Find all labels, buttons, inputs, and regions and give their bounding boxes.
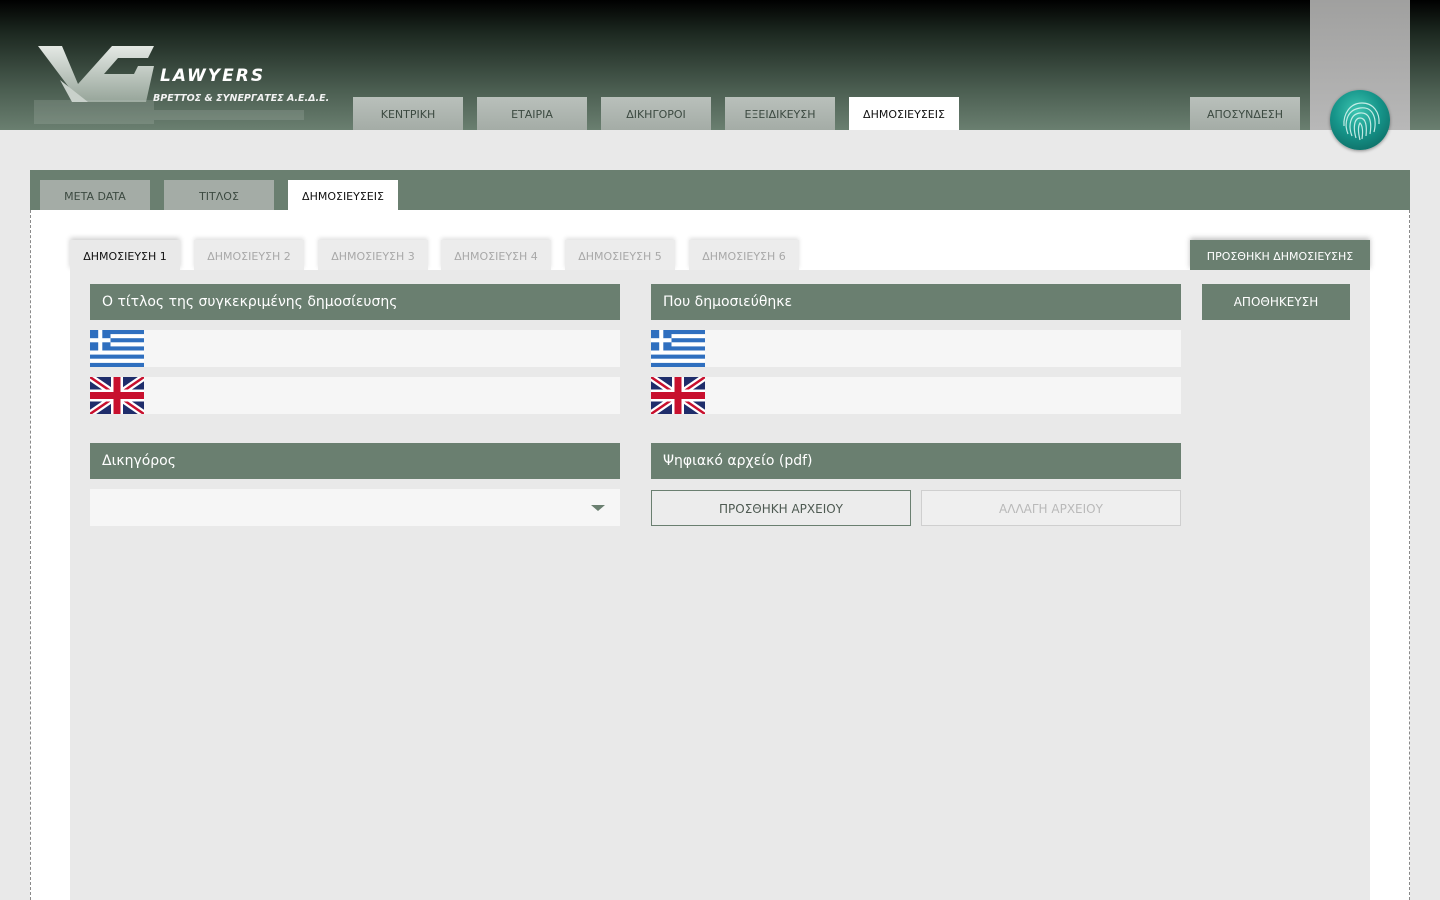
nav-tab-company[interactable]: ΕΤΑΙΡΙΑ — [477, 97, 587, 130]
greek-flag-icon — [651, 330, 705, 367]
where-english-input[interactable] — [715, 377, 1175, 414]
nav-tab-specialization[interactable]: ΕΞΕΙΔΙΚΕΥΣΗ — [725, 97, 835, 130]
panel-tab-bar: META DATA ΤΙΤΛΟΣ ΔΗΜΟΣΙΕΥΣΕΙΣ — [30, 170, 1410, 210]
chevron-down-icon — [591, 505, 605, 511]
nav-tab-lawyers[interactable]: ΔΙΚΗΓΟΡΟΙ — [601, 97, 711, 130]
nav-tab-publications[interactable]: ΔΗΜΟΣΙΕΥΣΕΙΣ — [849, 97, 959, 130]
change-file-button: ΑΛΛΑΓΗ ΑΡΧΕΙΟΥ — [921, 490, 1181, 526]
title-greek-field — [90, 330, 620, 367]
logo-title: LAWYERS — [160, 66, 266, 86]
nav-tab-home[interactable]: ΚΕΝΤΡΙΚΗ — [353, 97, 463, 130]
tab-publications[interactable]: ΔΗΜΟΣΙΕΥΣΕΙΣ — [288, 180, 398, 210]
main-nav: ΚΕΝΤΡΙΚΗ ΕΤΑΙΡΙΑ ΔΙΚΗΓΟΡΟΙ ΕΞΕΙΔΙΚΕΥΣΗ Δ… — [0, 97, 1440, 130]
where-greek-field — [651, 330, 1181, 367]
where-english-field — [651, 377, 1181, 414]
where-section-heading: Που δημοσιεύθηκε — [651, 284, 1181, 320]
title-greek-input[interactable] — [154, 330, 614, 367]
tab-meta-data[interactable]: META DATA — [40, 180, 150, 210]
publication-tab-2[interactable]: ΔΗΜΟΣΙΕΥΣΗ 2 — [194, 240, 304, 270]
publication-tab-3[interactable]: ΔΗΜΟΣΙΕΥΣΗ 3 — [318, 240, 428, 270]
fingerprint-icon[interactable] — [1330, 90, 1390, 150]
title-section-heading: Ο τίτλος της συγκεκριμένης δημοσίευσης — [90, 284, 620, 320]
lawyer-section-heading: Δικηγόρος — [90, 443, 620, 479]
publication-tab-1[interactable]: ΔΗΜΟΣΙΕΥΣΗ 1 — [70, 240, 180, 270]
publication-tab-4[interactable]: ΔΗΜΟΣΙΕΥΣΗ 4 — [441, 240, 551, 270]
title-english-field — [90, 377, 620, 414]
greek-flag-icon — [90, 330, 144, 367]
where-greek-input[interactable] — [715, 330, 1175, 367]
lawyer-select[interactable] — [90, 489, 620, 526]
publication-tab-5[interactable]: ΔΗΜΟΣΙΕΥΣΗ 5 — [565, 240, 675, 270]
add-file-button[interactable]: ΠΡΟΣΘΗΚΗ ΑΡΧΕΙΟΥ — [651, 490, 911, 526]
save-button[interactable]: ΑΠΟΘΗΚΕΥΣΗ — [1202, 284, 1350, 320]
file-section-heading: Ψηφιακό αρχείο (pdf) — [651, 443, 1181, 479]
publication-tab-6[interactable]: ΔΗΜΟΣΙΕΥΣΗ 6 — [689, 240, 799, 270]
add-publication-button[interactable]: ΠΡΟΣΘΗΚΗ ΔΗΜΟΣΙΕΥΣΗΣ — [1190, 240, 1370, 270]
uk-flag-icon — [90, 377, 144, 414]
tab-title[interactable]: ΤΙΤΛΟΣ — [164, 180, 274, 210]
uk-flag-icon — [651, 377, 705, 414]
title-english-input[interactable] — [154, 377, 614, 414]
logout-button[interactable]: ΑΠΟΣΥΝΔΕΣΗ — [1190, 97, 1300, 130]
